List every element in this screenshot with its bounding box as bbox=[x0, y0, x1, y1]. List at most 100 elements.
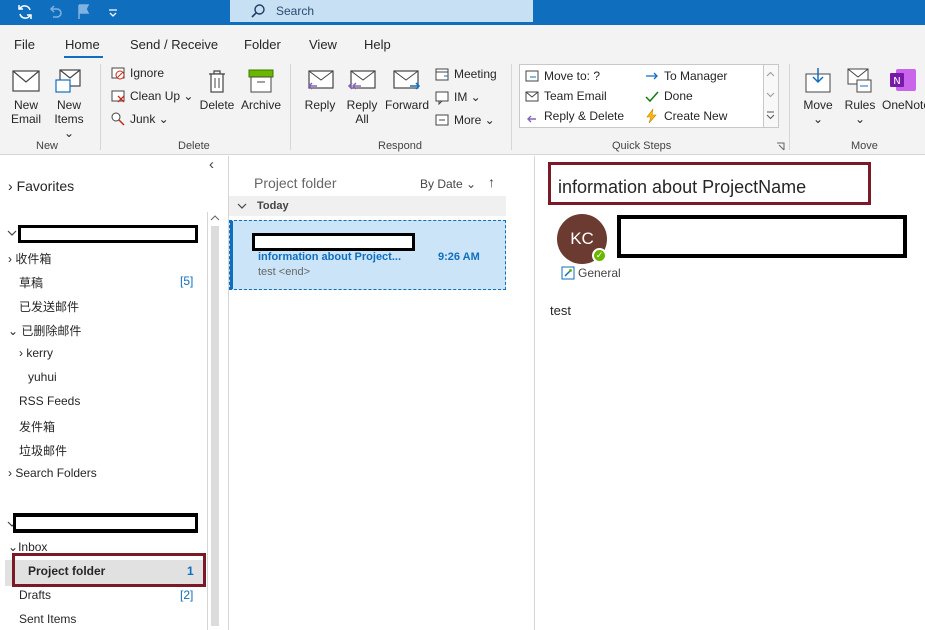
folder-pane-scrollbar[interactable] bbox=[207, 212, 222, 630]
folder-sent-cn[interactable]: 已发送邮件 bbox=[19, 298, 79, 315]
ribbon-tabs: File Home Send / Receive Folder View Hel… bbox=[0, 25, 925, 58]
tab-folder[interactable]: Folder bbox=[244, 37, 281, 52]
quick-step-create-new[interactable]: Create New bbox=[644, 107, 727, 125]
reply-button[interactable]: Reply bbox=[302, 68, 338, 112]
rules-button[interactable]: Rules ⌄ bbox=[842, 66, 878, 126]
group-label-move: Move bbox=[851, 140, 878, 152]
chevron-up-icon[interactable] bbox=[764, 65, 777, 83]
folder-count: [2] bbox=[180, 588, 194, 602]
chevron-right-icon: › bbox=[8, 466, 12, 480]
tab-help[interactable]: Help bbox=[364, 37, 391, 52]
ignore-icon bbox=[111, 67, 125, 80]
move-button[interactable]: Move ⌄ bbox=[800, 66, 836, 126]
chevron-right-icon: › bbox=[8, 252, 12, 266]
chevron-right-icon: › bbox=[19, 346, 23, 360]
new-items-icon bbox=[55, 69, 81, 93]
more-icon bbox=[435, 114, 449, 126]
forward-button[interactable]: Forward bbox=[384, 68, 430, 112]
message-subject: information about Project... bbox=[258, 251, 402, 263]
envelope-icon bbox=[12, 70, 40, 92]
checkmark-icon bbox=[645, 91, 659, 103]
ribbon: New Email New Items ⌄ New Ignore Clean U… bbox=[0, 58, 925, 155]
quick-steps-gallery: Move to: ? Team Email Reply & Delete To … bbox=[519, 64, 779, 128]
tab-view[interactable]: View bbox=[309, 37, 337, 52]
message-preview: test <end> bbox=[258, 266, 310, 278]
reading-pane: information about ProjectName KC ✓ Gener… bbox=[536, 156, 925, 630]
archive-icon bbox=[248, 69, 274, 93]
quick-step-done[interactable]: Done bbox=[644, 87, 693, 105]
group-label-new: New bbox=[36, 140, 59, 152]
message-list: Project folder By Date ⌄ ↑ Today informa… bbox=[228, 156, 535, 630]
folder-deleted-cn[interactable]: ⌄ 已删除邮件 bbox=[8, 322, 81, 339]
folder-yuhui[interactable]: yuhui bbox=[28, 370, 57, 384]
redacted-account-name bbox=[13, 513, 198, 533]
delete-button[interactable]: Delete bbox=[198, 68, 236, 112]
search-placeholder: Search bbox=[276, 4, 315, 18]
quick-step-team-email[interactable]: Team Email bbox=[524, 87, 607, 105]
customize-toolbar-icon[interactable] bbox=[103, 3, 123, 21]
tab-home[interactable]: Home bbox=[65, 37, 100, 52]
folder-junk-cn[interactable]: 垃圾邮件 bbox=[19, 442, 67, 459]
tag-icon bbox=[561, 266, 575, 280]
sort-direction-icon[interactable]: ↑ bbox=[488, 174, 495, 190]
folder-kerry[interactable]: › kerry bbox=[19, 346, 53, 360]
folder-search-folders[interactable]: › Search Folders bbox=[8, 466, 97, 480]
meeting-button[interactable]: Meeting bbox=[434, 65, 497, 83]
clean-up-button[interactable]: Clean Up ⌄ bbox=[110, 87, 193, 105]
sync-icon[interactable] bbox=[15, 3, 35, 21]
highlight-box bbox=[548, 162, 871, 205]
account1-chevron[interactable] bbox=[6, 227, 18, 241]
chevron-down-icon bbox=[237, 203, 247, 209]
folder-outbox-cn[interactable]: 发件箱 bbox=[19, 418, 55, 435]
new-email-button[interactable]: New Email bbox=[8, 68, 44, 126]
message-item[interactable]: information about Project... 9:26 AM tes… bbox=[229, 220, 506, 290]
gallery-expand-icon[interactable] bbox=[764, 107, 777, 125]
quick-step-to-manager[interactable]: To Manager bbox=[644, 67, 727, 85]
dialog-launcher-icon[interactable] bbox=[776, 142, 785, 151]
reply-all-button[interactable]: Reply All bbox=[343, 68, 381, 126]
new-items-button[interactable]: New Items ⌄ bbox=[48, 68, 90, 140]
svg-text:N: N bbox=[893, 76, 900, 87]
reply-delete-icon bbox=[527, 115, 536, 123]
folder-pane-collapse-button[interactable]: ‹ bbox=[209, 156, 214, 173]
redacted-sender bbox=[252, 233, 415, 251]
junk-button[interactable]: Junk ⌄ bbox=[110, 110, 169, 128]
clean-up-icon bbox=[111, 90, 125, 103]
move-to-icon bbox=[525, 70, 539, 82]
quick-steps-scrollbar[interactable] bbox=[763, 65, 778, 127]
im-button[interactable]: IM ⌄ bbox=[434, 88, 481, 106]
redacted-account-name bbox=[18, 225, 198, 243]
tab-send-receive[interactable]: Send / Receive bbox=[130, 37, 218, 52]
folder-inbox[interactable]: ⌄Inbox bbox=[8, 540, 47, 554]
folder-drafts[interactable]: Drafts bbox=[19, 588, 51, 602]
message-list-folder-name: Project folder bbox=[254, 175, 337, 191]
scrollbar-thumb[interactable] bbox=[211, 226, 219, 626]
chevron-up-icon[interactable] bbox=[208, 212, 222, 224]
ignore-button[interactable]: Ignore bbox=[110, 64, 164, 82]
archive-button[interactable]: Archive bbox=[240, 68, 282, 112]
category-tag[interactable]: General bbox=[561, 266, 621, 280]
folder-inbox-cn[interactable]: › 收件箱 bbox=[8, 250, 51, 267]
onenote-button[interactable]: N OneNote bbox=[882, 66, 925, 112]
folder-rss-feeds[interactable]: RSS Feeds bbox=[19, 394, 80, 408]
lightning-icon bbox=[646, 108, 657, 124]
presence-available-icon: ✓ bbox=[592, 248, 607, 263]
undo-icon[interactable] bbox=[45, 3, 65, 21]
folder-drafts-cn[interactable]: 草稿 bbox=[19, 274, 43, 291]
chevron-down-icon[interactable] bbox=[764, 86, 777, 104]
sort-by-dropdown[interactable]: By Date ⌄ bbox=[420, 177, 476, 191]
flag-icon[interactable] bbox=[74, 3, 94, 21]
group-header-today[interactable]: Today bbox=[229, 196, 506, 216]
search-input[interactable]: Search bbox=[230, 0, 533, 22]
tab-file[interactable]: File bbox=[14, 37, 35, 52]
arrow-right-icon bbox=[646, 72, 658, 80]
chevron-right-icon: › bbox=[8, 178, 13, 194]
favorites-header[interactable]: › Favorites bbox=[8, 178, 74, 194]
more-respond-button[interactable]: More ⌄ bbox=[434, 111, 495, 129]
folder-sent-items[interactable]: Sent Items bbox=[19, 612, 76, 626]
quick-step-reply-delete[interactable]: Reply & Delete bbox=[524, 107, 624, 125]
team-email-icon bbox=[525, 91, 539, 102]
quick-step-move-to[interactable]: Move to: ? bbox=[524, 67, 600, 85]
group-label-respond: Respond bbox=[378, 140, 423, 152]
message-time: 9:26 AM bbox=[438, 251, 480, 263]
